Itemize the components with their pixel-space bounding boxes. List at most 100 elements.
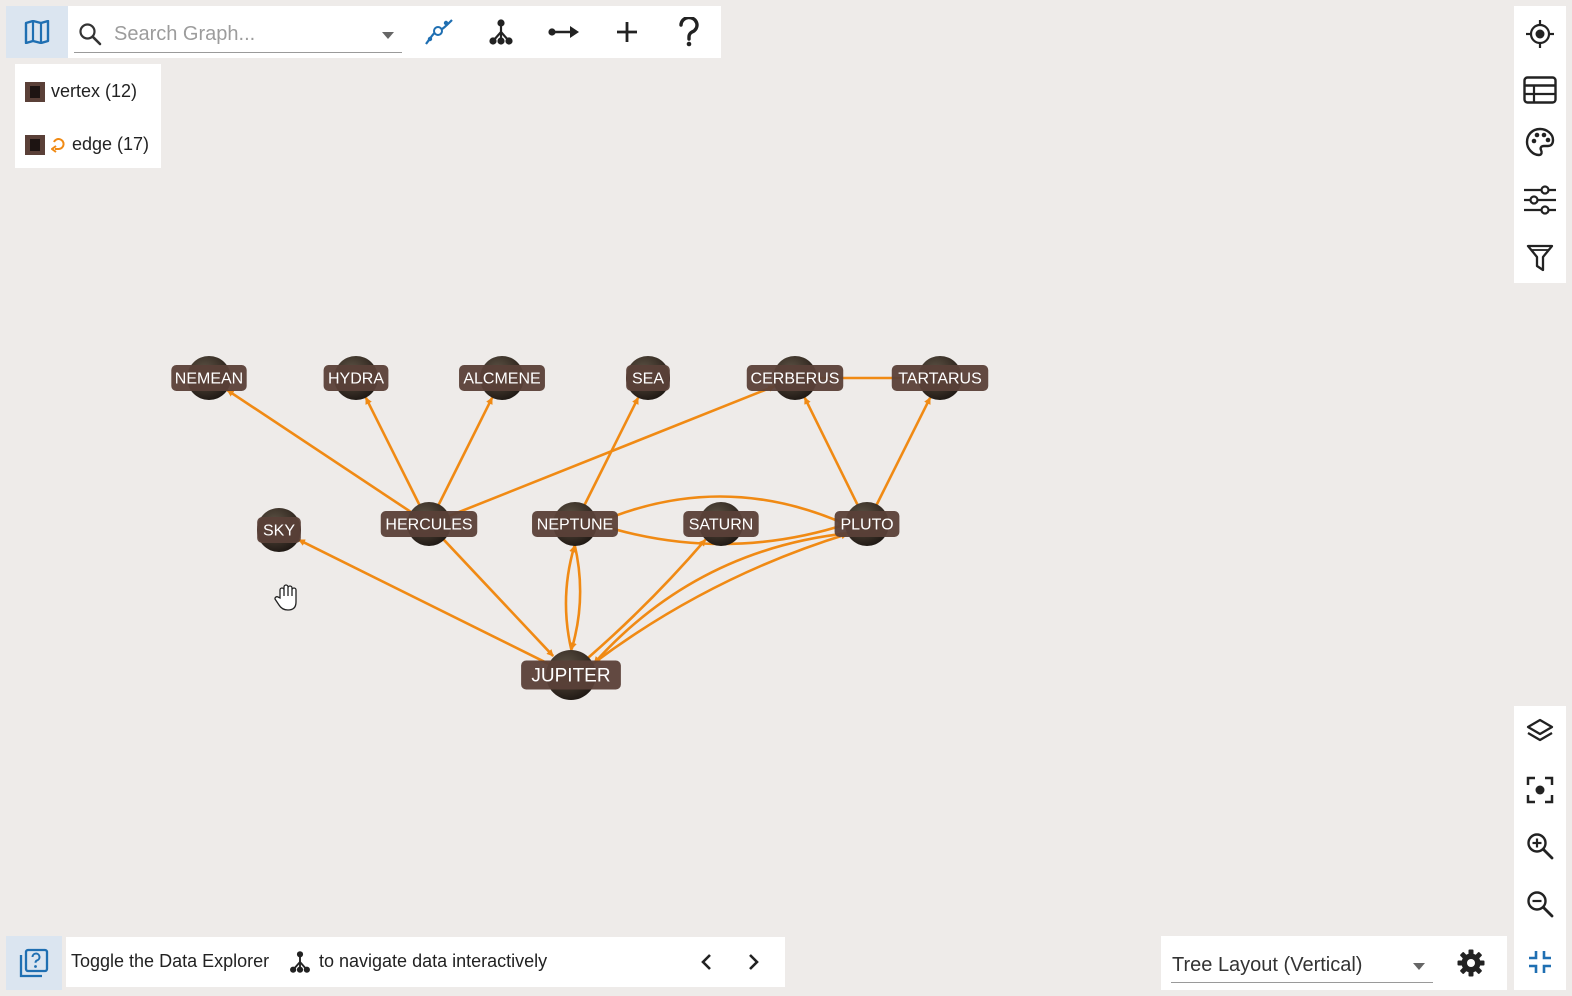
layout-settings-button[interactable] (1449, 942, 1493, 984)
graph-edge-pluto-tartarus[interactable] (874, 397, 932, 507)
layout-selected-value: Tree Layout (Vertical) (1172, 954, 1363, 976)
graph-node-pluto[interactable]: PLUTO (834, 502, 900, 546)
graph-edge-neptune-jupiter[interactable] (570, 543, 582, 650)
map-icon (24, 20, 50, 44)
legend-edge-label: edge (17) (72, 134, 150, 154)
table-view-button[interactable] (1518, 68, 1562, 112)
chevron-left-icon (701, 954, 711, 970)
settings-sliders-button[interactable] (1518, 178, 1562, 222)
layout-select[interactable]: Tree Layout (Vertical) (1171, 948, 1433, 983)
graph-edge-jupiter-sky[interactable] (298, 538, 551, 666)
hierarchy-icon (290, 951, 310, 973)
graph-edge-pluto-cerberus[interactable] (803, 397, 860, 507)
node-label: ALCMENE (463, 371, 540, 388)
graph-node-tartarus[interactable]: TARTARUS (891, 356, 989, 400)
node-label: SEA (632, 371, 664, 388)
hint-text-before: Toggle the Data Explorer (71, 951, 270, 971)
graph-edge-jupiter-pluto[interactable] (591, 532, 849, 666)
graph-node-hydra[interactable]: HYDRA (323, 356, 389, 400)
graph-edge-hercules-nemean[interactable] (226, 389, 414, 515)
hand-cursor-icon (274, 584, 297, 611)
legend-item-vertex[interactable]: vertex (12) (25, 81, 137, 102)
node-label: SATURN (689, 517, 754, 534)
graph-edge-jupiter-saturn[interactable] (587, 538, 707, 659)
search-box[interactable] (74, 14, 402, 53)
node-label: NEMEAN (175, 371, 243, 388)
zoom-out-icon (1527, 891, 1554, 918)
graph-edge-pluto-jupiter[interactable] (593, 531, 850, 665)
graph-node-alcmene[interactable]: ALCMENE (459, 356, 545, 400)
hint-text-after: to navigate data interactively (319, 951, 548, 971)
top-toolbar (68, 6, 721, 58)
locate-button[interactable] (1518, 12, 1562, 56)
plus-icon (617, 22, 637, 42)
graph-node-sky[interactable]: SKY (257, 508, 301, 552)
graph-node-sea[interactable]: SEA (626, 356, 670, 400)
collapse-button[interactable] (1518, 940, 1562, 984)
layout-panel: Tree Layout (Vertical) (1161, 936, 1507, 990)
graph-edge-hercules-hydra[interactable] (364, 397, 422, 507)
style-button[interactable] (1518, 120, 1562, 164)
compress-icon (1529, 951, 1551, 973)
chevron-down-icon (1413, 963, 1425, 970)
node-label: SKY (263, 523, 295, 540)
graph-node-cerberus[interactable]: CERBERUS (746, 356, 844, 400)
graph-edge-hercules-alcmene[interactable] (436, 397, 494, 507)
filter-icon (1526, 244, 1554, 272)
node-label: TARTARUS (898, 371, 982, 388)
legend-vertex-label: vertex (12) (51, 81, 138, 101)
legend-item-edge[interactable]: edge (17) (25, 134, 149, 155)
graph-edge-neptune-sea[interactable] (582, 397, 640, 507)
node-label: NEPTUNE (537, 517, 613, 534)
focus-icon (1526, 776, 1554, 804)
add-edge-button[interactable] (542, 12, 586, 52)
next-hint-button[interactable] (736, 943, 772, 981)
chevron-right-icon (749, 954, 759, 970)
palette-icon (1525, 127, 1555, 157)
edge-loop-icon (51, 137, 65, 153)
help-book-icon (19, 948, 49, 978)
layers-icon (1526, 718, 1554, 742)
zoom-in-icon (1527, 833, 1554, 860)
previous-hint-button[interactable] (688, 943, 724, 981)
graph-node-hercules[interactable]: HERCULES (380, 502, 478, 546)
graph-path-icon (425, 19, 453, 45)
layers-button[interactable] (1518, 710, 1562, 754)
right-toolbar-bottom (1514, 706, 1566, 990)
search-input[interactable] (112, 20, 366, 48)
graph-canvas[interactable]: NEMEAN HYDRA ALCMENE SEA CERBERUS TARTARUS SKY… (0, 0, 1572, 996)
node-label: CERBERUS (751, 371, 840, 388)
target-icon (1526, 20, 1554, 48)
vertex-swatch-icon (25, 81, 45, 102)
arrow-right-icon (548, 26, 579, 38)
search-icon (79, 23, 102, 46)
graph-node-saturn[interactable]: SATURN (683, 502, 759, 546)
data-explorer-button[interactable] (480, 12, 522, 52)
question-mark-icon (679, 17, 699, 47)
hint-bar: Toggle the Data Explorer to navigate dat… (66, 937, 785, 987)
filter-button[interactable] (1518, 236, 1562, 280)
node-label: HERCULES (385, 517, 472, 534)
right-toolbar-top (1514, 6, 1566, 283)
graph-node-neptune[interactable]: NEPTUNE (532, 502, 618, 546)
hierarchy-icon (489, 19, 513, 45)
graph-edge-jupiter-neptune[interactable] (564, 545, 576, 652)
table-icon (1523, 76, 1557, 104)
gear-icon (1457, 949, 1485, 977)
path-tool-button[interactable] (418, 12, 460, 52)
zoom-in-button[interactable] (1518, 824, 1562, 868)
legend-panel: vertex (12) edge (17) (15, 64, 161, 168)
help-panel-toggle-button[interactable] (6, 936, 62, 990)
graph-node-nemean[interactable]: NEMEAN (171, 356, 247, 400)
help-button[interactable] (668, 12, 710, 52)
edge-swatch-icon (25, 134, 45, 155)
zoom-out-button[interactable] (1518, 882, 1562, 926)
chevron-down-icon[interactable] (382, 32, 394, 39)
node-label: PLUTO (840, 517, 893, 534)
node-label: JUPITER (531, 666, 610, 687)
map-view-toggle-button[interactable] (6, 6, 68, 58)
add-vertex-button[interactable] (606, 12, 648, 52)
sliders-icon (1524, 185, 1556, 215)
fit-to-screen-button[interactable] (1518, 768, 1562, 812)
node-label: HYDRA (328, 371, 384, 388)
